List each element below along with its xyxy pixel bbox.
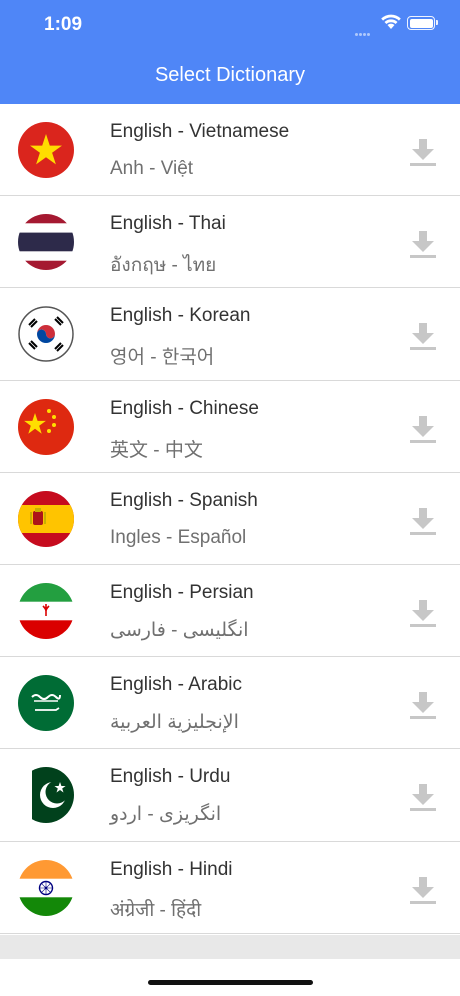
page-title: Select Dictionary bbox=[154, 64, 306, 86]
dictionary-title: English - Korean bbox=[110, 305, 251, 327]
dictionary-subtitle: 英文 - 中文 bbox=[110, 439, 203, 461]
download-icon[interactable] bbox=[410, 415, 436, 443]
dictionary-subtitle: अंग्रेजी - हिंदी bbox=[110, 899, 202, 921]
dictionary-title: English - Chinese bbox=[110, 397, 259, 419]
dictionary-row-chinese[interactable]: English - Chinese 英文 - 中文 bbox=[0, 380, 460, 473]
download-icon[interactable] bbox=[410, 691, 436, 720]
spain-flag-icon bbox=[18, 490, 74, 547]
status-time: 1:09 bbox=[44, 14, 83, 35]
dictionary-row-korean[interactable]: English - Korean 영어 - 한국어 bbox=[0, 288, 460, 381]
cellular-signal-icon bbox=[355, 23, 373, 36]
dictionary-subtitle: Ingles - Español bbox=[110, 526, 247, 548]
saudi-arabia-flag-icon bbox=[18, 675, 74, 732]
dictionary-subtitle: انگلیسی - فارسی bbox=[110, 619, 249, 641]
battery-icon bbox=[407, 16, 438, 30]
dictionary-row-vietnamese[interactable]: English - Vietnamese Anh - Việt bbox=[0, 104, 460, 197]
south-korea-flag-icon bbox=[18, 306, 74, 363]
pakistan-flag-icon bbox=[18, 767, 74, 824]
dictionary-subtitle: الإنجليزية العربية bbox=[110, 712, 239, 734]
dictionary-title: English - Hindi bbox=[110, 858, 233, 880]
download-icon[interactable] bbox=[410, 783, 436, 812]
download-icon[interactable] bbox=[410, 507, 436, 535]
app-header: 1:09 Select Dictionary bbox=[0, 0, 460, 104]
download-icon[interactable] bbox=[410, 322, 436, 351]
dictionary-title: English - Vietnamese bbox=[110, 121, 290, 142]
download-icon[interactable] bbox=[410, 876, 436, 904]
download-icon[interactable] bbox=[410, 599, 436, 627]
list-footer bbox=[0, 935, 460, 959]
dictionary-title: English - Persian bbox=[110, 581, 254, 603]
dictionary-title: English - Thai bbox=[110, 213, 226, 235]
status-bar: 1:09 bbox=[0, 0, 460, 50]
download-icon[interactable] bbox=[410, 138, 436, 166]
dictionary-row-arabic[interactable]: English - Arabic الإنجليزية العربية bbox=[0, 657, 460, 750]
iran-flag-icon bbox=[18, 582, 74, 639]
thailand-flag-icon bbox=[18, 214, 74, 271]
dictionary-subtitle: 영어 - 한국어 bbox=[110, 347, 215, 369]
china-flag-icon bbox=[18, 398, 74, 455]
dictionary-subtitle: انگریزی - اردو bbox=[110, 804, 222, 826]
dictionary-subtitle: อังกฤษ - ไทย bbox=[110, 255, 217, 277]
dictionary-row-spanish[interactable]: English - Spanish Ingles - Español bbox=[0, 472, 460, 565]
home-indicator[interactable] bbox=[148, 980, 313, 985]
dictionary-row-thai[interactable]: English - Thai อังกฤษ - ไทย bbox=[0, 196, 460, 289]
dictionary-row-hindi[interactable]: English - Hindi अंग्रेजी - हिंदी bbox=[0, 841, 460, 934]
download-icon[interactable] bbox=[410, 230, 436, 259]
dictionary-title: English - Spanish bbox=[110, 489, 258, 511]
dictionary-subtitle: Anh - Việt bbox=[110, 158, 194, 179]
dictionary-list: English - Vietnamese Anh - Việt English … bbox=[0, 104, 460, 934]
dictionary-row-urdu[interactable]: English - Urdu انگریزی - اردو bbox=[0, 749, 460, 842]
dictionary-row-persian[interactable]: English - Persian انگلیسی - فارسی bbox=[0, 564, 460, 658]
india-flag-icon bbox=[18, 859, 74, 916]
dictionary-title: English - Arabic bbox=[110, 674, 243, 696]
vietnam-flag-icon bbox=[18, 122, 74, 178]
dictionary-title: English - Urdu bbox=[110, 766, 231, 788]
wifi-icon bbox=[381, 14, 401, 29]
